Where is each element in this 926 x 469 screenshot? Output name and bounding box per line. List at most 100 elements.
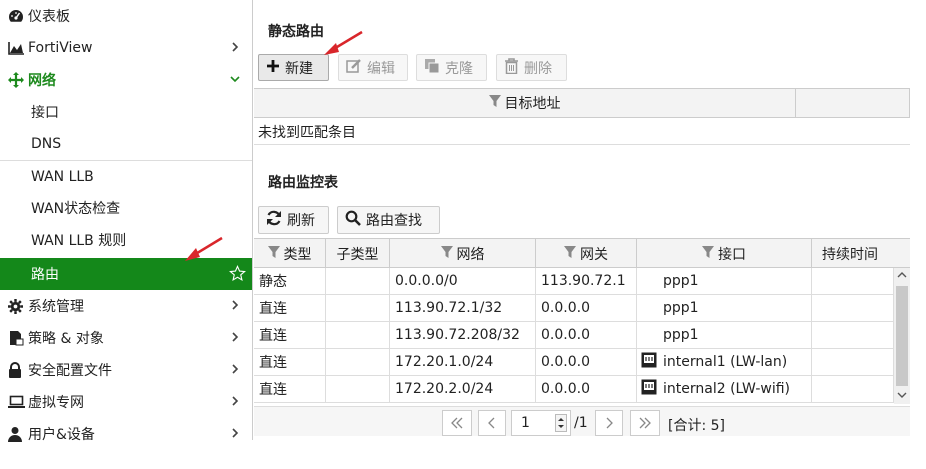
page-stepper[interactable]: [555, 414, 567, 432]
table-cell-iface: ppp1: [637, 322, 812, 348]
route-monitor-title: 路由监控表: [268, 175, 338, 191]
sidebar-item-user-device[interactable]: 用户&设备: [0, 418, 252, 450]
sidebar-item-dashboard[interactable]: 仪表板: [0, 0, 252, 32]
sidebar-item-label: 路由: [31, 267, 59, 283]
delete-button[interactable]: 删除: [496, 54, 567, 81]
sidebar-item-wan-llb[interactable]: WAN LLB: [0, 160, 252, 192]
column-header-subtype[interactable]: 子类型: [326, 239, 390, 268]
column-header-network[interactable]: 网络: [390, 239, 536, 268]
column-header-label: 网络: [456, 246, 485, 263]
sidebar-item-wan-health-check[interactable]: WAN状态检查: [0, 192, 252, 224]
first-page-button[interactable]: [442, 410, 472, 436]
filter-icon[interactable]: [488, 95, 501, 111]
prev-page-button[interactable]: [478, 410, 506, 436]
table-row[interactable]: 直连 113.90.72.208/32 0.0.0.0 ppp1: [254, 322, 894, 349]
table-cell-network: 113.90.72.208/32: [390, 322, 536, 348]
sidebar-item-policy[interactable]: 策略 & 对象: [0, 322, 252, 354]
filter-icon[interactable]: [702, 245, 714, 262]
gear-icon: [8, 298, 28, 314]
table-cell-iface: ppp1: [637, 268, 812, 294]
sidebar-item-security-profiles[interactable]: 安全配置文件: [0, 354, 252, 386]
table-cell-iface: internal2 (LW-wifi): [637, 376, 812, 402]
column-header-duration[interactable]: 持续时间: [812, 239, 910, 268]
cell-text: 0.0.0.0: [541, 381, 590, 397]
plus-icon: [266, 59, 280, 77]
vertical-scrollbar[interactable]: [894, 268, 910, 404]
table-row[interactable]: 直连 172.20.2.0/24 0.0.0.0 internal2 (LW-wifi…: [254, 376, 894, 403]
table-cell-duration: [812, 376, 894, 402]
table-cell-duration: [812, 295, 894, 321]
total-count-label: [合计: 5]: [668, 418, 725, 434]
column-header-interface[interactable]: 接口: [637, 239, 812, 268]
last-page-button[interactable]: [630, 410, 660, 436]
cell-text: 113.90.72.1: [541, 273, 626, 289]
sidebar-item-label: 仪表板: [28, 9, 70, 25]
sidebar-item-system[interactable]: 系统管理: [0, 290, 252, 322]
double-chevron-left-icon: [451, 417, 463, 429]
table-row[interactable]: 静态 0.0.0.0/0 113.90.72.1 ppp1: [254, 268, 894, 295]
filter-icon[interactable]: [440, 245, 453, 262]
sidebar-item-label: 网络: [28, 73, 56, 89]
static-route-title: 静态路由: [268, 24, 324, 40]
port-icon: [641, 352, 657, 372]
cell-text: internal1 (LW-lan): [663, 354, 788, 370]
route-lookup-button-label: 路由查找: [366, 213, 422, 229]
route-lookup-button[interactable]: 路由查找: [337, 206, 440, 234]
refresh-button-label: 刷新: [287, 213, 315, 229]
scrollbar-thumb[interactable]: [896, 286, 908, 386]
table-row[interactable]: 直连 172.20.1.0/24 0.0.0.0 internal1 (LW-lan): [254, 349, 894, 376]
table-cell-network: 172.20.2.0/24: [390, 376, 536, 402]
column-header-gateway[interactable]: 网关: [536, 239, 637, 268]
trash-icon: [504, 57, 519, 78]
table-cell-type: 直连: [254, 322, 326, 348]
filter-icon[interactable]: [267, 245, 280, 262]
scroll-up-icon[interactable]: [897, 270, 907, 280]
table-row[interactable]: 直连 113.90.72.1/32 0.0.0.0 ppp1: [254, 295, 894, 322]
sidebar-item-dns[interactable]: DNS: [0, 128, 252, 160]
sidebar-item-vpn[interactable]: 虚拟专网: [0, 386, 252, 418]
scroll-down-icon[interactable]: [897, 390, 907, 400]
chevron-right-icon: [228, 426, 242, 440]
table-cell-network: 113.90.72.1/32: [390, 295, 536, 321]
filter-icon[interactable]: [564, 245, 576, 262]
column-header-label: 子类型: [336, 246, 379, 263]
table-cell-subtype: [326, 268, 390, 294]
divider: [254, 144, 910, 145]
cell-text: 直连: [259, 382, 287, 398]
sidebar-item-label: FortiView: [28, 40, 93, 56]
table-cell-type: 直连: [254, 295, 326, 321]
table-cell-subtype: [326, 349, 390, 375]
next-page-button[interactable]: [595, 410, 623, 436]
cell-text: 直连: [259, 355, 287, 371]
cell-text: 静态: [259, 274, 287, 290]
user-icon: [8, 426, 28, 442]
cell-text: ppp1: [663, 273, 699, 289]
search-icon: [345, 210, 361, 230]
table-cell-duration: [812, 322, 894, 348]
star-icon[interactable]: [229, 265, 246, 286]
clone-button[interactable]: 克隆: [416, 54, 487, 81]
sidebar-item-label: 接口: [31, 105, 59, 121]
cell-text: 0.0.0.0: [541, 354, 590, 370]
empty-table-message: 未找到匹配条目: [258, 125, 356, 141]
chevron-right-icon: [228, 394, 242, 408]
sidebar-item-label: 用户&设备: [28, 427, 95, 443]
page-number-input[interactable]: 1: [511, 410, 571, 436]
cell-text: internal2 (LW-wifi): [663, 381, 790, 397]
table-cell-subtype: [326, 376, 390, 402]
cell-text: 直连: [259, 301, 287, 317]
table-cell-type: 直连: [254, 376, 326, 402]
new-button[interactable]: 新建: [258, 54, 329, 81]
edit-button[interactable]: 编辑: [338, 54, 408, 81]
column-header-destination[interactable]: 目标地址: [254, 89, 796, 117]
refresh-button[interactable]: 刷新: [258, 206, 329, 234]
edit-button-label: 编辑: [367, 60, 395, 77]
delete-button-label: 删除: [524, 60, 552, 77]
sidebar-item-network[interactable]: 网络: [0, 64, 252, 96]
column-header-label: 持续时间: [822, 246, 878, 263]
column-header-type[interactable]: 类型: [254, 239, 326, 268]
table-cell-gateway: 0.0.0.0: [536, 376, 637, 402]
sidebar-item-interfaces[interactable]: 接口: [0, 96, 252, 128]
sidebar-item-fortiview[interactable]: FortiView: [0, 32, 252, 64]
network-move-icon: [8, 72, 28, 88]
